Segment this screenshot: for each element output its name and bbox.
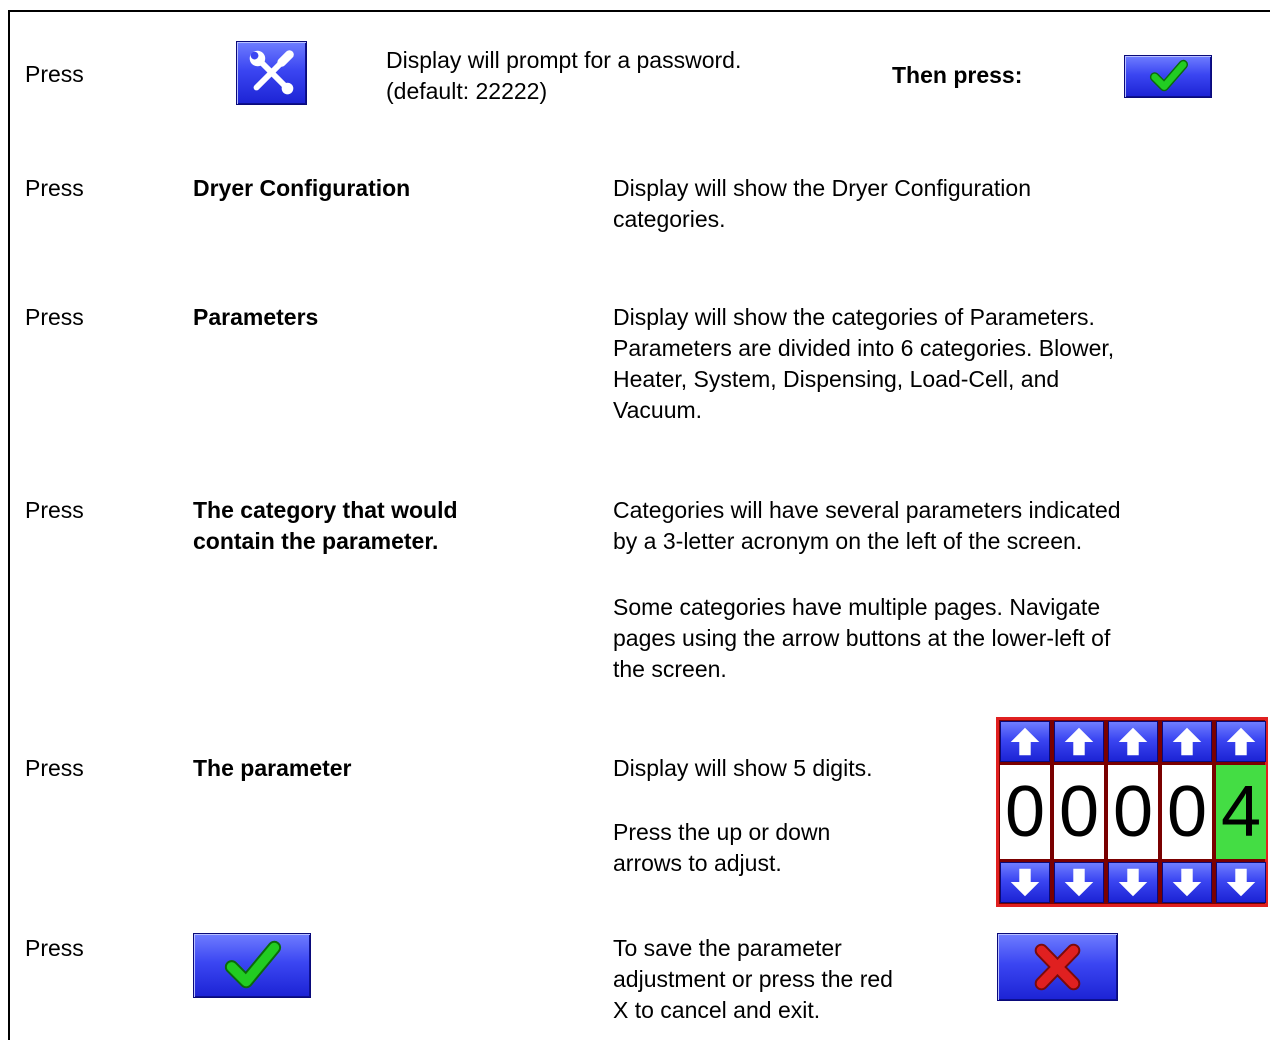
save-check-button[interactable]: [193, 933, 311, 998]
red-x-icon: [1034, 943, 1081, 991]
step4-desc2-line1: Some categories have multiple pages. Nav…: [613, 594, 1101, 620]
digit-value: 0: [1108, 765, 1158, 859]
digit-up-button[interactable]: [1216, 721, 1266, 762]
digit-column: 0: [1053, 720, 1105, 904]
down-arrow-icon: [1010, 868, 1040, 897]
step5-target: The parameter: [193, 755, 352, 781]
step3-target: Parameters: [193, 304, 319, 330]
step1-press-label: Press: [25, 61, 84, 87]
digit-down-button[interactable]: [1162, 862, 1212, 903]
digit-down-button[interactable]: [1216, 862, 1266, 903]
step4-desc2-line3: the screen.: [613, 656, 727, 682]
digit-column: 0: [999, 720, 1051, 904]
step3-desc-line1: Display will show the categories of Para…: [613, 304, 1095, 330]
step5-desc2-line2: arrows to adjust.: [613, 850, 782, 876]
step5-press-label: Press: [25, 755, 84, 781]
digit-down-button[interactable]: [1000, 862, 1050, 903]
digit-up-button[interactable]: [1108, 721, 1158, 762]
step3-desc-line4: Vacuum.: [613, 397, 703, 423]
down-arrow-icon: [1118, 868, 1148, 897]
tools-button[interactable]: [236, 41, 307, 105]
up-arrow-icon: [1064, 727, 1094, 756]
step4-desc-line2: by a 3-letter acronym on the left of the…: [613, 528, 1083, 554]
step1-desc-line1: Display will prompt for a password.: [386, 47, 742, 73]
digit-down-button[interactable]: [1108, 862, 1158, 903]
digit-value-active: 4: [1216, 765, 1266, 859]
up-arrow-icon: [1010, 727, 1040, 756]
step6-press-label: Press: [25, 935, 84, 961]
step5-desc2-line1: Press the up or down: [613, 819, 831, 845]
confirm-check-button-top[interactable]: [1124, 55, 1212, 98]
step2-target: Dryer Configuration: [193, 175, 411, 201]
digit-value: 0: [1054, 765, 1104, 859]
digit-value: 0: [1000, 765, 1050, 859]
step2-press-label: Press: [25, 175, 84, 201]
down-arrow-icon: [1172, 868, 1202, 897]
digit-value: 0: [1162, 765, 1212, 859]
step4-target-line2: contain the parameter.: [193, 528, 439, 554]
step3-desc-line3: Heater, System, Dispensing, Load-Cell, a…: [613, 366, 1060, 392]
step6-desc-line1: To save the parameter: [613, 935, 842, 961]
down-arrow-icon: [1226, 868, 1256, 897]
checkmark-icon: [224, 940, 282, 989]
step4-press-label: Press: [25, 497, 84, 523]
digit-up-button[interactable]: [1162, 721, 1212, 762]
digit-up-button[interactable]: [1000, 721, 1050, 762]
digit-column: 0: [1161, 720, 1213, 904]
up-arrow-icon: [1118, 727, 1148, 756]
step6-desc-line3: X to cancel and exit.: [613, 997, 821, 1023]
step2-desc-line1: Display will show the Dryer Configuratio…: [613, 175, 1031, 201]
checkmark-icon: [1149, 59, 1189, 92]
step3-press-label: Press: [25, 304, 84, 330]
digit-down-button[interactable]: [1054, 862, 1104, 903]
digit-column: 0: [1107, 720, 1159, 904]
then-press-label: Then press:: [892, 62, 1023, 88]
step5-desc-line1: Display will show 5 digits.: [613, 755, 873, 781]
up-arrow-icon: [1172, 727, 1202, 756]
down-arrow-icon: [1064, 868, 1094, 897]
up-arrow-icon: [1226, 727, 1256, 756]
step2-desc-line2: categories.: [613, 206, 726, 232]
tools-icon: [249, 50, 294, 95]
step3-desc-line2: Parameters are divided into 6 categories…: [613, 335, 1115, 361]
digit-column: 4: [1215, 720, 1267, 904]
digit-up-button[interactable]: [1054, 721, 1104, 762]
step4-desc2-line2: pages using the arrow buttons at the low…: [613, 625, 1111, 651]
step6-desc-line2: adjustment or press the red: [613, 966, 893, 992]
digit-adjust-panel: 0 0 0 0 4: [996, 717, 1268, 907]
cancel-x-button[interactable]: [997, 933, 1118, 1001]
step4-desc-line1: Categories will have several parameters …: [613, 497, 1121, 523]
step4-target-line1: The category that would: [193, 497, 458, 523]
step1-desc-line2: (default: 22222): [386, 78, 548, 104]
